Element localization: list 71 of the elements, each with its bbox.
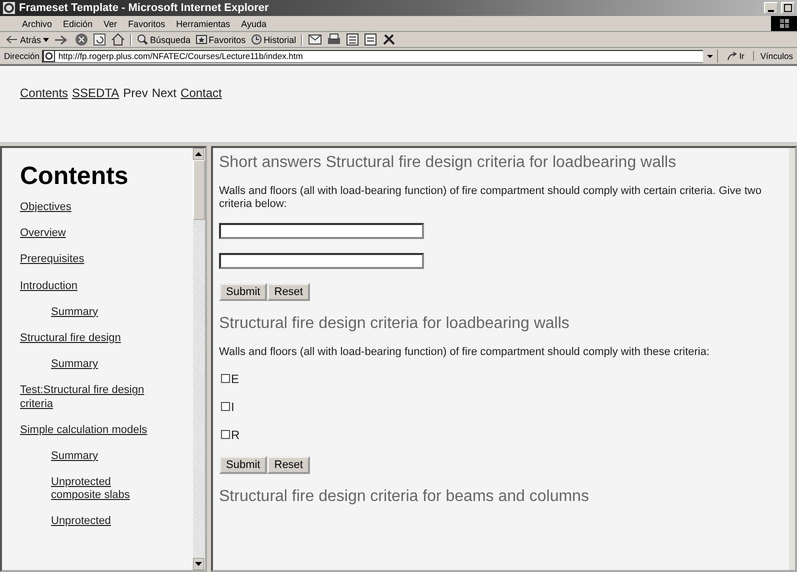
go-button[interactable]: Ir xyxy=(721,51,750,61)
option-label: R xyxy=(231,428,240,442)
section-heading: Structural fire design criteria for loadbearing walls xyxy=(219,315,570,334)
browser-icon xyxy=(2,1,16,15)
scroll-down-icon[interactable] xyxy=(193,558,204,570)
checkbox[interactable] xyxy=(221,402,230,412)
star-folder-icon xyxy=(196,34,207,45)
refresh-icon[interactable] xyxy=(93,33,106,46)
checkbox[interactable] xyxy=(221,430,230,440)
question-text: Walls and floors (all with load-bearing function) of fire compartment should comply with these criteria: xyxy=(219,346,711,360)
menu-item[interactable]: Ayuda xyxy=(241,18,266,28)
answer-field[interactable] xyxy=(219,223,424,240)
print-icon[interactable] xyxy=(327,33,342,46)
notepad-icon[interactable] xyxy=(364,33,378,46)
sidebar-link[interactable]: Overview xyxy=(20,227,66,240)
maximize-icon xyxy=(784,4,792,12)
option-label: I xyxy=(231,400,234,414)
go-arrow-icon xyxy=(727,52,738,60)
sidebar-link[interactable]: Summary xyxy=(51,306,98,319)
home-icon[interactable] xyxy=(111,33,126,46)
answer-field[interactable] xyxy=(219,253,424,270)
sidebar-link[interactable]: Summary xyxy=(51,358,98,372)
form-button[interactable]: Reset xyxy=(267,283,310,302)
sidebar-link[interactable]: Summary xyxy=(51,450,98,464)
sidebar-title: Contents xyxy=(20,162,128,191)
nav-link[interactable]: Contents xyxy=(20,86,68,100)
section-heading: Short answers Structural fire design criteria for loadbearing walls xyxy=(219,154,678,172)
scrollbar[interactable] xyxy=(193,148,205,570)
form-button[interactable]: Submit xyxy=(219,456,268,474)
question-text: Walls and floors (all with load-bearing function) of fire compartment should comply with certain criteria. Give two criteria below: xyxy=(219,185,762,212)
sidebar-link[interactable]: Structural fire design xyxy=(20,332,121,346)
form-button[interactable]: Submit xyxy=(219,283,268,302)
search-icon xyxy=(137,34,148,45)
option-label: E xyxy=(231,372,240,386)
section-heading: Structural fire design criteria for beams and columns xyxy=(219,488,590,506)
form-button[interactable]: Reset xyxy=(267,456,310,474)
clock-icon xyxy=(250,34,262,45)
history-button[interactable]: Historial xyxy=(250,34,296,45)
nav-text: Prev xyxy=(123,86,148,100)
sidebar-link[interactable]: Prerequisites xyxy=(20,253,84,267)
address-label: Dirección xyxy=(4,51,40,61)
checkbox[interactable] xyxy=(221,374,230,384)
sidebar-link[interactable]: Unprotected xyxy=(51,515,111,529)
back-button[interactable]: Atrás xyxy=(6,34,50,44)
menu-item[interactable]: Ver xyxy=(104,18,118,28)
sidebar-link[interactable]: Simple calculation models xyxy=(20,424,148,437)
nav-link[interactable]: SSEDTA xyxy=(72,86,120,100)
nav-text: Next xyxy=(152,86,177,100)
maximize-button[interactable] xyxy=(781,2,795,14)
address-field[interactable]: http://fp.rogerp.plus.com/NFATEC/Courses/Lecture11b/index.htm xyxy=(42,50,718,62)
menu-item[interactable]: Favoritos xyxy=(128,18,166,28)
window-title: Frameset Template - Microsoft Internet Explorer xyxy=(19,2,269,14)
mail-icon[interactable] xyxy=(308,33,322,46)
sidebar-link[interactable]: Test:Structural fire design criteria xyxy=(20,384,180,411)
sidebar-link[interactable]: Objectives xyxy=(20,201,72,214)
caret-icon xyxy=(43,38,50,42)
sidebar-link[interactable]: Introduction xyxy=(20,280,78,293)
document-icon[interactable] xyxy=(346,33,360,46)
menu-item[interactable]: Edición xyxy=(63,18,93,28)
minimize-button[interactable] xyxy=(764,2,778,14)
stop-icon[interactable] xyxy=(75,33,88,46)
links-label[interactable]: Vínculos xyxy=(753,51,793,61)
favorites-button[interactable]: Favoritos xyxy=(196,34,246,45)
page-icon xyxy=(43,50,56,62)
sidebar-link[interactable]: Unprotected composite slabs xyxy=(51,476,151,502)
nav-link[interactable]: Contact xyxy=(180,86,222,100)
menu-item[interactable]: Archivo xyxy=(22,18,52,28)
menu-item[interactable]: Herramientas xyxy=(176,18,230,28)
search-button[interactable]: Búsqueda xyxy=(137,34,191,45)
back-arrow-icon xyxy=(6,35,18,44)
scroll-up-icon[interactable] xyxy=(193,148,204,160)
